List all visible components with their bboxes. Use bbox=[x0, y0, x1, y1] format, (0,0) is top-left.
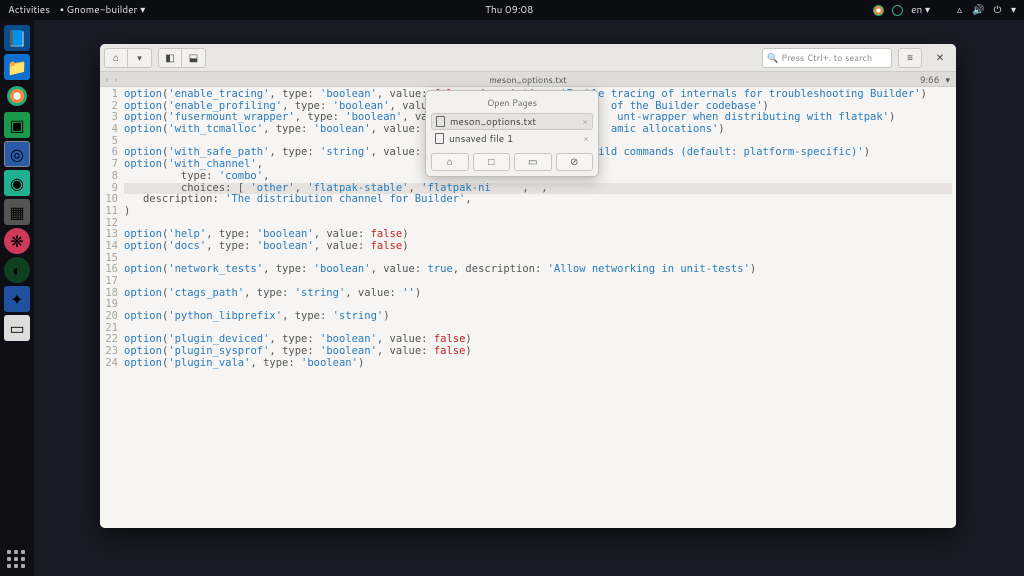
popover-link-button[interactable]: ⊘ bbox=[556, 153, 594, 171]
panel-bottom-toggle[interactable]: ⬓ bbox=[182, 48, 206, 68]
popover-split-button[interactable]: ▭ bbox=[514, 153, 552, 171]
home-button[interactable]: ⌂ bbox=[104, 48, 128, 68]
search-placeholder: Press Ctrl+. to search bbox=[781, 51, 872, 64]
app-menu[interactable]: ▪ Gnome-builder ▾ bbox=[60, 3, 145, 17]
document-icon bbox=[436, 116, 445, 127]
popover-new-button[interactable]: □ bbox=[473, 153, 511, 171]
close-page-icon[interactable]: × bbox=[583, 132, 589, 145]
chrome-indicator-icon[interactable] bbox=[873, 5, 884, 16]
power-icon[interactable]: ⏻ bbox=[992, 5, 1003, 16]
system-menu-chevron-icon[interactable]: ▾ bbox=[1011, 3, 1016, 17]
lang-indicator[interactable]: en ▾ bbox=[911, 3, 930, 17]
tab-title[interactable]: meson_options.txt bbox=[100, 73, 956, 86]
clock[interactable]: Thu 09:08 bbox=[145, 3, 873, 17]
open-pages-popover: Open Pages meson_options.txt × unsaved f… bbox=[425, 90, 599, 177]
open-page-label: unsaved file 1 bbox=[449, 132, 513, 146]
popover-home-button[interactable]: ⌂ bbox=[431, 153, 469, 171]
open-page-item[interactable]: unsaved file 1 × bbox=[431, 130, 593, 147]
global-search[interactable]: 🔍 Press Ctrl+. to search bbox=[762, 48, 892, 68]
gnome-topbar: Activities ▪ Gnome-builder ▾ Thu 09:08 e… bbox=[0, 0, 1024, 20]
cursor-position: 9:66 bbox=[920, 73, 940, 86]
dock-item[interactable]: ◎ bbox=[4, 141, 30, 167]
dock-item[interactable]: 📘 bbox=[4, 25, 30, 51]
dock-item[interactable]: ✦ bbox=[4, 286, 30, 312]
open-page-item[interactable]: meson_options.txt × bbox=[431, 113, 593, 130]
dock-item[interactable]: ◉ bbox=[4, 170, 30, 196]
tab-menu-chevron-icon[interactable]: ▾ bbox=[945, 73, 950, 86]
search-icon: 🔍 bbox=[767, 51, 778, 64]
volume-icon[interactable]: 🔊 bbox=[973, 5, 984, 16]
close-page-icon[interactable]: × bbox=[582, 115, 588, 128]
line-gutter: 123456789101112131415161718192021222324 bbox=[100, 87, 122, 528]
home-menu-button[interactable]: ▾ bbox=[128, 48, 152, 68]
tabbar: ‹ › meson_options.txt 9:66 ▾ bbox=[100, 72, 956, 87]
dock-item[interactable]: ▦ bbox=[4, 199, 30, 225]
open-page-label: meson_options.txt bbox=[450, 115, 536, 129]
headerbar: ⌂ ▾ ◧ ⬓ 🔍 Press Ctrl+. to search ≡ ✕ bbox=[100, 44, 956, 72]
hamburger-menu-button[interactable]: ≡ bbox=[898, 48, 922, 68]
close-button[interactable]: ✕ bbox=[928, 48, 952, 68]
document-icon bbox=[435, 133, 444, 144]
dock-item[interactable]: ❋ bbox=[4, 228, 30, 254]
dock-item[interactable]: ▣ bbox=[4, 112, 30, 138]
circle-indicator-icon[interactable] bbox=[892, 5, 903, 16]
show-apps-button[interactable] bbox=[7, 550, 25, 568]
dock-item[interactable]: ▭ bbox=[4, 315, 30, 341]
dock-item[interactable] bbox=[4, 83, 30, 109]
panel-left-toggle[interactable]: ◧ bbox=[158, 48, 182, 68]
dock-item[interactable]: 📁 bbox=[4, 54, 30, 80]
dock: 📘 📁 ▣ ◎ ◉ ▦ ❋ ◐ ✦ ▭ bbox=[0, 20, 34, 576]
dock-item[interactable]: ◐ bbox=[4, 257, 30, 283]
activities-button[interactable]: Activities bbox=[8, 3, 50, 17]
network-icon[interactable]: ▵ bbox=[954, 5, 965, 16]
popover-title: Open Pages bbox=[431, 96, 593, 109]
